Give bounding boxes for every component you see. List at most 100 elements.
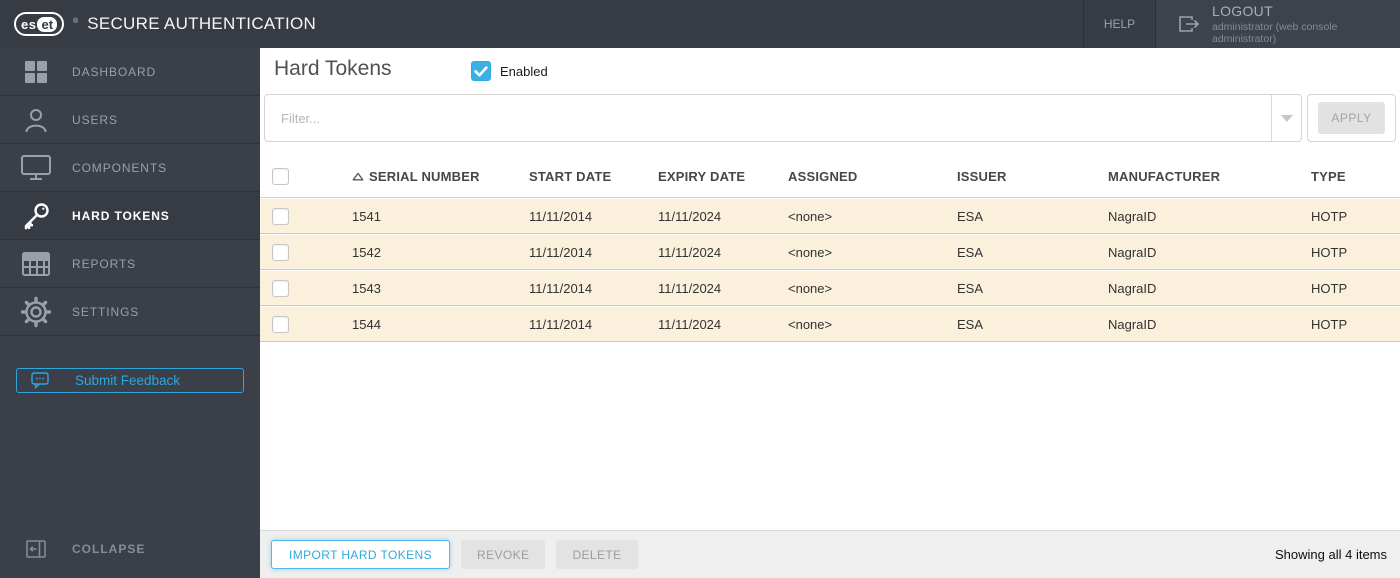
sidebar-item-dashboard[interactable]: DASHBOARD xyxy=(0,48,260,96)
action-bar: IMPORT HARD TOKENS REVOKE DELETE Showing… xyxy=(260,530,1400,578)
row-checkbox[interactable] xyxy=(272,279,289,297)
feedback-bubble-icon xyxy=(31,372,49,389)
sidebar-item-label: DASHBOARD xyxy=(72,64,157,79)
column-header-expiry-date[interactable]: EXPIRY DATE xyxy=(658,169,788,184)
sidebar: DASHBOARD USERS COMPONENTS HARD TOKENS R… xyxy=(0,48,260,578)
column-label: START DATE xyxy=(529,168,612,184)
logout-label: LOGOUT xyxy=(1212,3,1273,19)
filter-dropdown-button[interactable] xyxy=(1271,95,1301,141)
sidebar-item-label: COMPONENTS xyxy=(72,160,168,175)
cell-expiry-date: 11/11/2024 xyxy=(658,316,722,332)
filter-input[interactable] xyxy=(265,95,1271,141)
table-row[interactable]: 1543 11/11/2014 11/11/2024 <none> ESA Na… xyxy=(260,271,1400,306)
apply-button[interactable]: APPLY xyxy=(1318,102,1385,134)
cell-expiry-date: 11/11/2024 xyxy=(658,208,722,224)
collapse-icon xyxy=(0,540,72,558)
key-icon xyxy=(0,201,72,231)
cell-type: HOTP xyxy=(1311,280,1348,296)
column-label: MANUFACTURER xyxy=(1108,168,1221,184)
cell-issuer: ESA xyxy=(957,244,984,260)
checkmark-icon xyxy=(474,65,488,76)
cell-start-date: 11/11/2014 xyxy=(529,244,593,260)
sidebar-item-label: SETTINGS xyxy=(72,304,140,319)
row-checkbox[interactable] xyxy=(272,243,289,261)
column-header-manufacturer[interactable]: MANUFACTURER xyxy=(1108,169,1311,184)
sidebar-item-components[interactable]: COMPONENTS xyxy=(0,144,260,192)
column-label: TYPE xyxy=(1311,168,1346,184)
cell-serial-number: 1543 xyxy=(352,280,381,296)
components-icon xyxy=(0,154,72,181)
enabled-checkbox[interactable] xyxy=(471,61,491,81)
logo-text-et: et xyxy=(37,16,58,32)
sidebar-item-reports[interactable]: REPORTS xyxy=(0,240,260,288)
column-label: ASSIGNED xyxy=(788,168,858,184)
users-icon xyxy=(0,106,72,134)
sidebar-item-settings[interactable]: SETTINGS xyxy=(0,288,260,336)
logout-icon xyxy=(1178,14,1200,34)
sort-ascending-icon xyxy=(352,172,364,180)
help-button[interactable]: HELP xyxy=(1083,0,1155,48)
cell-expiry-date: 11/11/2024 xyxy=(658,280,722,296)
top-bar: es et ® SECURE AUTHENTICATION HELP LOGOU… xyxy=(0,0,1400,48)
cell-serial-number: 1542 xyxy=(352,244,381,260)
cell-assigned: <none> xyxy=(788,316,833,332)
cell-type: HOTP xyxy=(1311,208,1348,224)
submit-feedback-label: Submit Feedback xyxy=(75,373,181,388)
apply-button-container: APPLY xyxy=(1307,94,1396,142)
row-checkbox[interactable] xyxy=(272,207,289,225)
cell-start-date: 11/11/2014 xyxy=(529,280,593,296)
sidebar-item-label: USERS xyxy=(72,112,118,127)
cell-type: HOTP xyxy=(1311,244,1348,260)
cell-manufacturer: NagraID xyxy=(1108,208,1157,224)
cell-type: HOTP xyxy=(1311,316,1348,332)
table-body: 1541 11/11/2014 11/11/2024 <none> ESA Na… xyxy=(260,199,1400,343)
submit-feedback-button[interactable]: Submit Feedback xyxy=(16,368,244,393)
brand: es et ® SECURE AUTHENTICATION xyxy=(0,12,316,36)
cell-issuer: ESA xyxy=(957,280,984,296)
column-header-start-date[interactable]: START DATE xyxy=(529,169,658,184)
help-label: HELP xyxy=(1103,17,1136,31)
column-header-serial-number[interactable]: SERIAL NUMBER xyxy=(352,169,529,184)
revoke-button[interactable]: REVOKE xyxy=(461,540,546,569)
enabled-label: Enabled xyxy=(500,63,548,79)
cell-manufacturer: NagraID xyxy=(1108,244,1157,260)
table-row[interactable]: 1541 11/11/2014 11/11/2024 <none> ESA Na… xyxy=(260,199,1400,234)
row-checkbox[interactable] xyxy=(272,315,289,333)
delete-button[interactable]: DELETE xyxy=(556,540,638,569)
collapse-label: COLLAPSE xyxy=(72,542,146,556)
sidebar-item-label: HARD TOKENS xyxy=(72,208,170,223)
column-header-issuer[interactable]: ISSUER xyxy=(957,169,1108,184)
cell-serial-number: 1541 xyxy=(352,208,381,224)
table-row[interactable]: 1544 11/11/2014 11/11/2024 <none> ESA Na… xyxy=(260,307,1400,342)
cell-serial-number: 1544 xyxy=(352,316,381,332)
cell-expiry-date: 11/11/2024 xyxy=(658,244,722,260)
cell-manufacturer: NagraID xyxy=(1108,316,1157,332)
cell-manufacturer: NagraID xyxy=(1108,280,1157,296)
select-all-checkbox[interactable] xyxy=(272,167,289,185)
column-label: EXPIRY DATE xyxy=(658,168,746,184)
sidebar-item-label: REPORTS xyxy=(72,256,137,271)
sidebar-item-users[interactable]: USERS xyxy=(0,96,260,144)
cell-assigned: <none> xyxy=(788,208,833,224)
settings-icon xyxy=(0,296,72,328)
table-row[interactable]: 1542 11/11/2014 11/11/2024 <none> ESA Na… xyxy=(260,235,1400,270)
registered-mark: ® xyxy=(73,18,79,25)
column-header-assigned[interactable]: ASSIGNED xyxy=(788,169,957,184)
sidebar-item-hard-tokens[interactable]: HARD TOKENS xyxy=(0,192,260,240)
column-label: SERIAL NUMBER xyxy=(369,168,480,184)
import-hard-tokens-button[interactable]: IMPORT HARD TOKENS xyxy=(271,540,451,569)
cell-issuer: ESA xyxy=(957,316,984,332)
logout-user: administrator (web console administrator… xyxy=(1212,21,1338,45)
main-content: Hard Tokens Enabled APPLY xyxy=(260,48,1400,578)
page-title: Hard Tokens xyxy=(274,57,392,80)
chevron-down-icon xyxy=(1280,114,1293,122)
reports-icon xyxy=(0,251,72,277)
eset-logo-icon: es et xyxy=(14,12,65,36)
column-header-type[interactable]: TYPE xyxy=(1311,169,1400,184)
column-label: ISSUER xyxy=(957,168,1007,184)
logout-button[interactable]: LOGOUT administrator (web console admini… xyxy=(1155,0,1400,48)
collapse-button[interactable]: COLLAPSE xyxy=(0,534,260,564)
cell-start-date: 11/11/2014 xyxy=(529,316,593,332)
product-title: SECURE AUTHENTICATION xyxy=(87,14,317,33)
items-count-status: Showing all 4 items xyxy=(1275,547,1387,562)
